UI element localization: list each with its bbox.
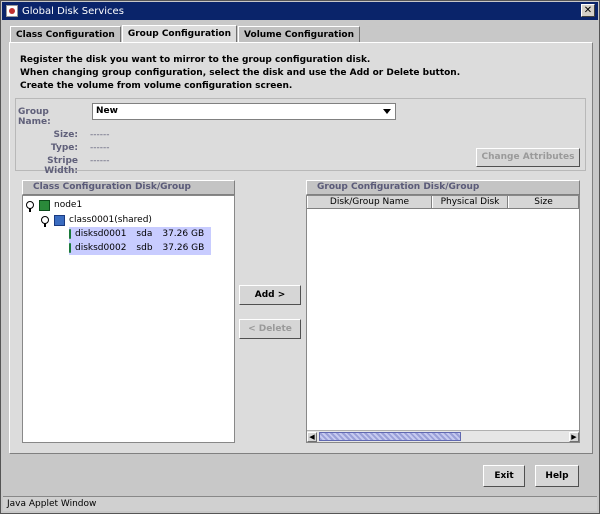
- scroll-right-icon[interactable]: ▶: [569, 432, 579, 442]
- tab-class-configuration[interactable]: Class Configuration: [10, 26, 121, 43]
- group-configuration-panel: Register the disk you want to mirror to …: [9, 42, 593, 454]
- instruction-line: When changing group configuration, selec…: [20, 68, 461, 78]
- type-label: Type:: [50, 143, 78, 153]
- tab-bar: Class Configuration Group Configuration …: [10, 25, 361, 43]
- instruction-line: Create the volume from volume configurat…: [20, 81, 293, 91]
- column-header-physical-disk[interactable]: Physical Disk: [432, 196, 508, 208]
- exit-button[interactable]: Exit: [483, 465, 525, 487]
- app-window: Global Disk Services ✕ Class Configurati…: [0, 0, 600, 514]
- status-bar: Java Applet Window: [3, 496, 597, 511]
- close-button[interactable]: ✕: [581, 4, 595, 17]
- app-icon: [6, 5, 18, 17]
- change-attributes-button[interactable]: Change Attributes: [476, 148, 580, 167]
- tree-class-label: class0001(shared): [69, 215, 152, 225]
- tree-disk-row[interactable]: disksd0002 sdb 37.26 GB: [69, 241, 211, 255]
- class-icon: [54, 214, 65, 226]
- class-tree[interactable]: node1 class0001(shared) disksd0001 sda 3…: [22, 195, 235, 443]
- tree-class-row[interactable]: class0001(shared): [41, 213, 152, 227]
- disk-name: disksd0001: [75, 229, 127, 239]
- disk-size: 37.26 GB: [162, 229, 205, 239]
- delete-button[interactable]: < Delete: [239, 319, 301, 339]
- tree-disk-row[interactable]: disksd0001 sda 37.26 GB: [69, 227, 211, 241]
- group-table[interactable]: Disk/Group Name Physical Disk Size ◀ ▶: [306, 195, 580, 443]
- tab-volume-configuration[interactable]: Volume Configuration: [238, 26, 360, 43]
- stripe-width-label: Stripe Width:: [44, 156, 78, 176]
- chevron-down-icon: [383, 109, 391, 114]
- scroll-thumb[interactable]: [319, 432, 461, 441]
- tab-group-configuration[interactable]: Group Configuration: [121, 25, 238, 43]
- window-title: Global Disk Services: [22, 5, 124, 17]
- title-bar: Global Disk Services ✕: [2, 2, 598, 20]
- type-value: ------: [90, 143, 110, 153]
- disk-icon: [69, 229, 71, 239]
- class-panel-header: Class Configuration Disk/Group: [22, 180, 235, 195]
- node-icon: [39, 199, 50, 211]
- disk-size: 37.26 GB: [162, 243, 205, 253]
- column-header-disk-group-name[interactable]: Disk/Group Name: [307, 196, 432, 208]
- stripe-width-value: ------: [90, 156, 110, 166]
- scroll-left-icon[interactable]: ◀: [307, 432, 317, 442]
- group-name-label: Group Name:: [18, 107, 51, 127]
- tree-node-row[interactable]: node1: [26, 198, 82, 212]
- tree-toggle-icon[interactable]: [41, 216, 49, 227]
- table-header: Disk/Group Name Physical Disk Size: [307, 196, 579, 209]
- disk-physical: sdb: [136, 243, 153, 253]
- size-value: ------: [90, 130, 110, 140]
- group-panel-header: Group Configuration Disk/Group: [306, 180, 580, 195]
- group-name-select[interactable]: New: [92, 103, 396, 120]
- size-label: Size:: [53, 130, 78, 140]
- group-name-value: New: [96, 106, 118, 116]
- add-button[interactable]: Add >: [239, 285, 301, 305]
- tree-toggle-icon[interactable]: [26, 201, 34, 212]
- column-header-size[interactable]: Size: [508, 196, 579, 208]
- disk-icon: [69, 243, 71, 253]
- instruction-line: Register the disk you want to mirror to …: [20, 55, 371, 65]
- disk-physical: sda: [136, 229, 153, 239]
- help-button[interactable]: Help: [535, 465, 579, 487]
- disk-name: disksd0002: [75, 243, 127, 253]
- horizontal-scrollbar[interactable]: ◀ ▶: [307, 430, 579, 442]
- tree-node-label: node1: [54, 200, 83, 210]
